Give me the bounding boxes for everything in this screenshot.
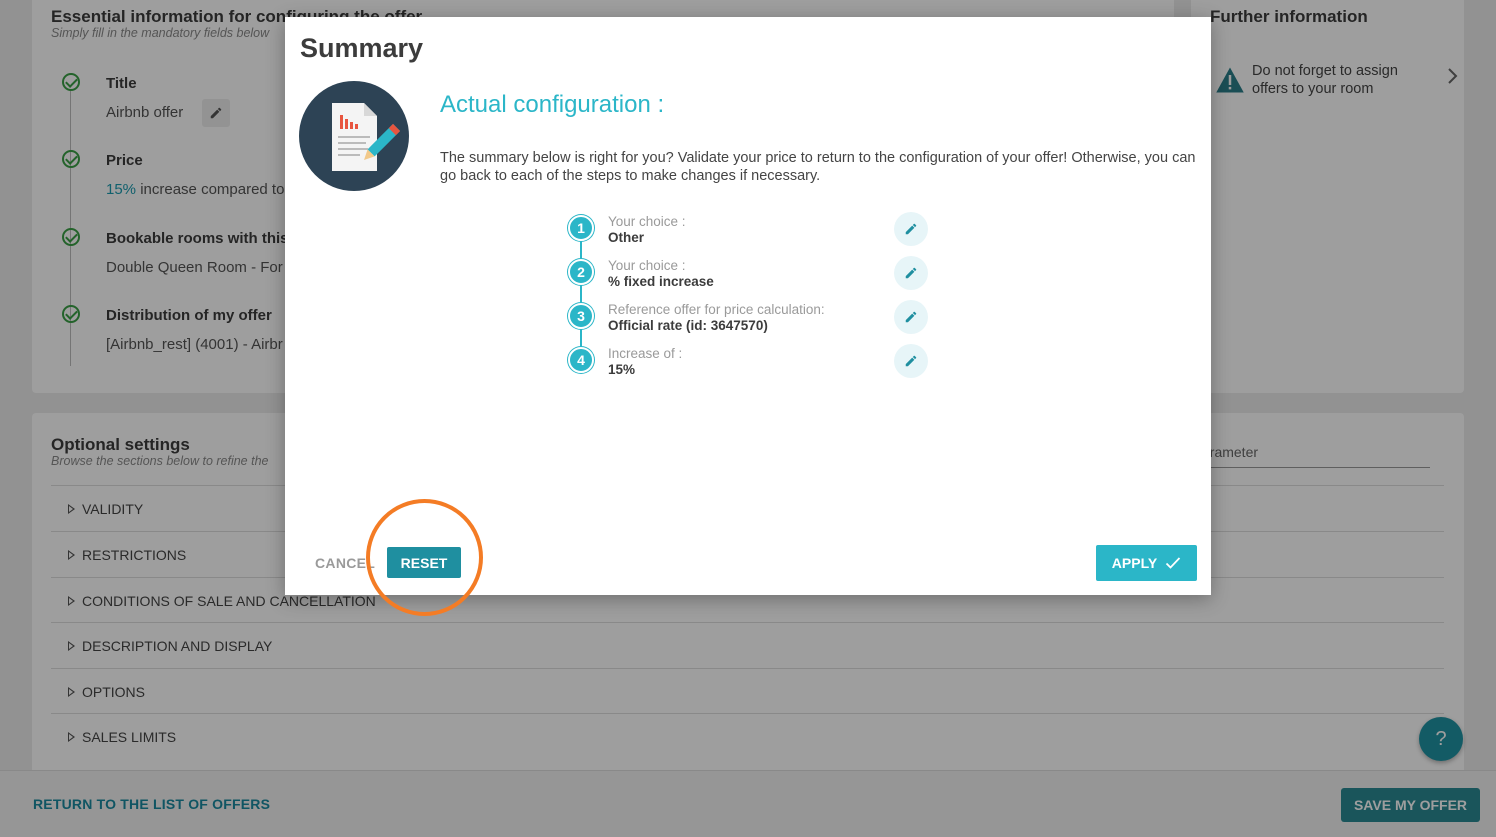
step-number: 1 [568,215,594,241]
pencil-icon [905,267,917,279]
step-caption: Reference offer for price calculation: [608,302,825,317]
summary-step: 4 Increase of : 15% [568,344,928,387]
step-value: % fixed increase [608,274,714,289]
edit-step-button[interactable] [894,344,928,378]
checkmark-icon [1166,557,1181,569]
pencil-icon [905,311,917,323]
document-chart-icon [332,103,401,171]
edit-step-button[interactable] [894,256,928,290]
summary-step: 2 Your choice : % fixed increase [568,256,928,299]
step-value: Official rate (id: 3647570) [608,318,768,333]
apply-label: APPLY [1111,555,1158,571]
edit-step-button[interactable] [894,212,928,246]
modal-title: Summary [300,33,424,63]
step-caption: Increase of : [608,346,683,361]
pencil-icon [905,223,917,235]
pencil-icon [905,355,917,367]
step-number: 2 [568,259,594,285]
document-illustration [299,81,409,191]
step-value: Other [608,230,645,245]
summary-step: 1 Your choice : Other [568,212,928,255]
summary-step: 3 Reference offer for price calculation:… [568,300,928,343]
step-caption: Your choice : [608,214,686,229]
step-caption: Your choice : [608,258,686,273]
step-value: 15% [608,362,636,377]
step-number: 3 [568,303,594,329]
apply-button[interactable]: APPLY [1096,545,1197,581]
highlight-ring [366,499,483,616]
config-description: The summary below is right for you? Vali… [440,150,1196,184]
config-title: Actual configuration : [440,91,665,118]
step-number: 4 [568,347,594,373]
edit-step-button[interactable] [894,300,928,334]
